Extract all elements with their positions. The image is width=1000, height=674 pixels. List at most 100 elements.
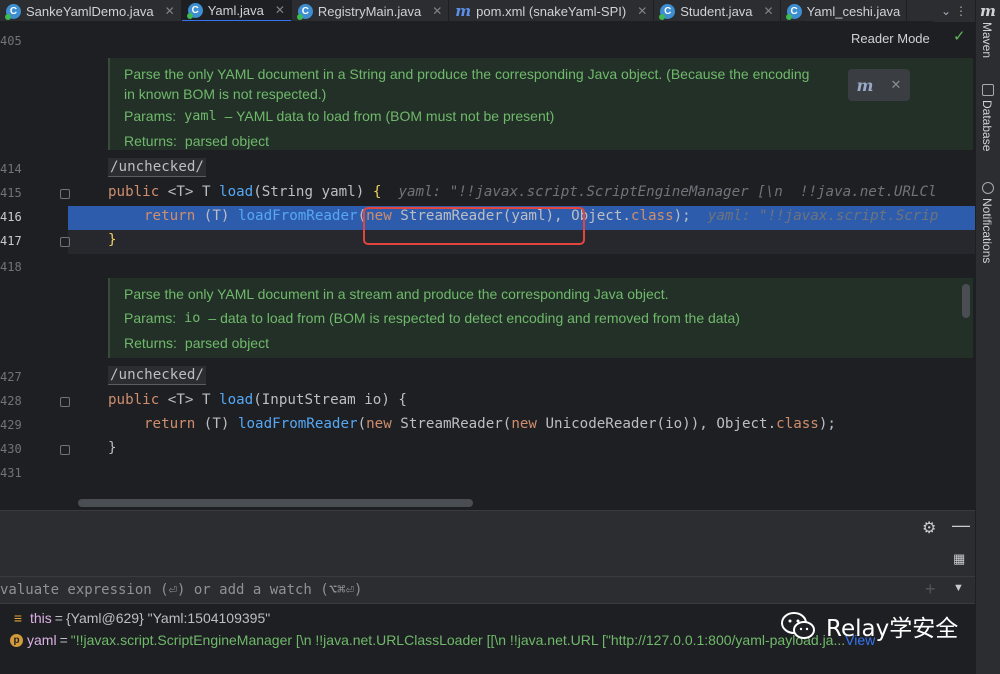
chevron-down-icon[interactable]: ▼: [953, 582, 964, 594]
bell-icon: [982, 182, 994, 194]
doc-text: Parse the only YAML document in a String…: [124, 66, 810, 102]
variable-row[interactable]: p yaml = "!!javax.script.ScriptEngineMan…: [0, 629, 875, 651]
wechat-logo-icon: [781, 612, 815, 639]
line-number: 418: [0, 260, 22, 274]
tab-yaml[interactable]: C Yaml.java ✕: [181, 0, 292, 21]
returns-value: parsed object: [184, 335, 269, 351]
var-name: this: [30, 610, 52, 626]
code-line-417: }: [108, 232, 117, 248]
right-tool-strip: m Maven Database Notifications: [975, 0, 1000, 674]
notifications-tool-button[interactable]: Notifications: [980, 198, 994, 263]
minimize-icon[interactable]: —: [952, 515, 970, 536]
java-class-icon: C: [296, 3, 313, 20]
layout-icon[interactable]: ▦: [953, 551, 965, 567]
tab-sankeyamldemo[interactable]: C SankeYamlDemo.java ✕: [0, 0, 182, 21]
close-icon[interactable]: ✕: [275, 3, 285, 17]
line-number: 427: [0, 370, 22, 384]
java-class-icon: C: [785, 3, 802, 20]
code-line-428: public <T> T load(InputStream io) {: [108, 392, 407, 408]
close-icon[interactable]: ✕: [432, 4, 442, 18]
line-number: 431: [0, 466, 22, 480]
params-desc: – YAML data to load from (BOM must not b…: [224, 108, 555, 124]
doc-params: Params: yaml – YAML data to load from (B…: [124, 106, 959, 126]
fold-icon[interactable]: [60, 445, 70, 455]
tab-label: Yaml.java: [207, 2, 264, 18]
tab-label: Student.java: [680, 3, 753, 19]
var-type: {Yaml@629}: [65, 610, 144, 626]
doc-params: Params: io – data to load from (BOM is r…: [124, 308, 959, 328]
tab-label: pom.xml (snakeYaml-SPI): [476, 3, 627, 19]
params-name: io: [184, 310, 201, 326]
returns-key: Returns:: [124, 335, 177, 351]
tab-pom[interactable]: m pom.xml (snakeYaml-SPI) ✕: [449, 0, 655, 21]
doc-returns: Returns: parsed object: [124, 333, 959, 353]
variable-row[interactable]: ≡ this = {Yaml@629} "Yaml:1504109395": [0, 607, 270, 629]
line-number: 416: [0, 210, 22, 224]
returns-value: parsed object: [184, 133, 269, 149]
check-icon[interactable]: ✓: [953, 27, 966, 45]
add-watch-icon[interactable]: +: [925, 579, 936, 600]
database-tool-button[interactable]: Database: [980, 100, 994, 151]
evaluate-expression-field[interactable]: valuate expression (⏎) or add a watch (⌥…: [0, 576, 975, 604]
fold-icon[interactable]: [60, 397, 70, 407]
annotation: /unchecked/: [108, 158, 206, 177]
chevron-down-icon[interactable]: ⌄: [941, 4, 951, 18]
params-key: Params:: [124, 310, 177, 326]
doc-comment: Parse the only YAML document in a String…: [108, 58, 973, 150]
tab-yaml-ceshi[interactable]: C Yaml_ceshi.java: [781, 0, 908, 21]
watermark-text: Relay学安全: [826, 616, 959, 642]
params-key: Params:: [124, 108, 177, 124]
java-class-icon: C: [186, 2, 203, 19]
line-number: 405: [0, 34, 22, 48]
line-number: 430: [0, 442, 22, 456]
tab-label: RegistryMain.java: [317, 3, 422, 19]
close-icon[interactable]: ✕: [891, 77, 902, 93]
close-icon[interactable]: ✕: [764, 4, 774, 18]
annotation: /unchecked/: [108, 366, 206, 385]
returns-key: Returns:: [124, 133, 177, 149]
maven-reload-popup[interactable]: m ✕: [848, 69, 910, 101]
java-class-icon: C: [659, 3, 676, 20]
maven-reload-icon[interactable]: m: [857, 76, 874, 95]
doc-returns: Returns: parsed object: [124, 131, 959, 151]
close-icon[interactable]: ✕: [165, 4, 175, 18]
debugger-header: ⚙ —: [0, 510, 975, 542]
gear-icon[interactable]: ⚙: [922, 518, 936, 538]
var-value: "Yaml:1504109395": [147, 610, 271, 626]
close-icon[interactable]: ✕: [637, 4, 647, 18]
line-number: 428: [0, 394, 22, 408]
tab-registrymain[interactable]: C RegistryMain.java ✕: [292, 0, 450, 21]
horizontal-scrollbar[interactable]: [78, 499, 473, 507]
code-line-415: public <T> T load(String yaml) { yaml: "…: [108, 184, 937, 200]
doc-comment: Parse the only YAML document in a stream…: [108, 278, 973, 358]
maven-tool-button[interactable]: Maven: [980, 22, 994, 58]
highlight-annotation: [363, 207, 585, 245]
var-name: yaml: [27, 632, 57, 648]
maven-icon[interactable]: m: [980, 2, 996, 20]
line-number: 414: [0, 162, 22, 176]
tab-overflow[interactable]: ⌄ ⋮: [933, 0, 975, 22]
params-name: yaml: [184, 108, 217, 124]
tab-student[interactable]: C Student.java ✕: [654, 0, 781, 21]
java-class-icon: C: [5, 3, 21, 20]
line-number: 417: [0, 234, 22, 248]
watermark: Relay学安全: [780, 606, 958, 646]
more-icon[interactable]: ⋮: [955, 4, 967, 18]
tab-label: Yaml_ceshi.java: [806, 3, 901, 19]
params-desc: – data to load from (BOM is respected to…: [208, 310, 740, 326]
database-icon: [982, 84, 994, 96]
list-icon: ≡: [13, 610, 23, 626]
reader-mode-button[interactable]: Reader Mode: [851, 31, 930, 46]
tab-label: SankeYamlDemo.java: [26, 3, 154, 19]
fold-icon[interactable]: [60, 189, 70, 199]
vertical-scrollbar[interactable]: [962, 284, 970, 318]
fold-icon[interactable]: [60, 237, 70, 247]
line-number: 429: [0, 418, 22, 432]
eval-placeholder[interactable]: valuate expression (⏎) or add a watch (⌥…: [0, 582, 362, 598]
line-number: 415: [0, 186, 22, 200]
code-line-429: return (T) loadFromReader(new StreamRead…: [144, 416, 836, 432]
doc-text: Parse the only YAML document in a stream…: [124, 286, 669, 302]
var-value: "!!javax.script.ScriptEngineManager [\n …: [70, 632, 732, 648]
debugger-toolbar: ▦: [0, 542, 975, 576]
code-editor[interactable]: Reader Mode ✓ 405 Parse the only YAML do…: [0, 22, 975, 510]
